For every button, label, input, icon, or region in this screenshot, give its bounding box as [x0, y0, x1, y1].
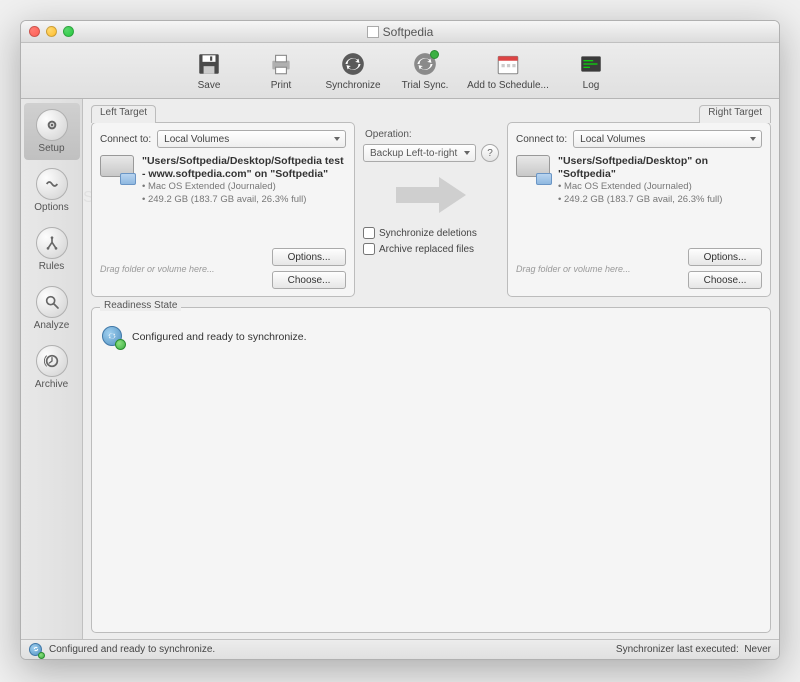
left-path-title: "Users/Softpedia/Desktop/Softpedia test …: [142, 155, 346, 181]
sidebar-item-rules[interactable]: Rules: [24, 221, 80, 278]
titlebar: Softpedia: [21, 21, 779, 43]
right-connect-label: Connect to:: [516, 134, 567, 145]
options-icon: [36, 168, 68, 200]
right-target-tab[interactable]: Right Target: [699, 105, 771, 123]
analyze-icon: [36, 286, 68, 318]
calendar-icon: [494, 50, 522, 78]
setup-label: Setup: [38, 143, 64, 154]
log-icon: [577, 50, 605, 78]
sidebar-item-analyze[interactable]: Analyze: [24, 280, 80, 337]
drive-icon: [100, 155, 136, 185]
sync-deletions-label: Synchronize deletions: [379, 228, 477, 239]
add-schedule-label: Add to Schedule...: [467, 80, 549, 91]
operation-label: Operation:: [365, 129, 412, 140]
readiness-group-label: Readiness State: [100, 300, 181, 311]
left-drag-hint: Drag folder or volume here...: [100, 264, 215, 274]
log-label: Log: [583, 80, 600, 91]
main-panel: SOFTPEDIA Left Target Connect to: Local …: [83, 99, 779, 639]
right-path-title: "Users/Softpedia/Desktop" on "Softpedia": [558, 155, 762, 181]
archive-icon: [36, 345, 68, 377]
options-label: Options: [34, 202, 68, 213]
app-window: Softpedia Save Print Synchronize: [20, 20, 780, 660]
toolbar: Save Print Synchronize Trial Sync.: [21, 43, 779, 99]
minimize-window-button[interactable]: [46, 26, 57, 37]
right-connect-dropdown[interactable]: Local Volumes: [573, 130, 762, 148]
save-button[interactable]: Save: [173, 50, 245, 91]
operation-dropdown[interactable]: Backup Left-to-right: [363, 144, 476, 162]
print-label: Print: [271, 80, 292, 91]
targets-row: Left Target Connect to: Local Volumes "U…: [91, 105, 771, 297]
readiness-panel: Readiness State Configured and ready to …: [91, 307, 771, 633]
status-right-value: Never: [744, 644, 771, 655]
left-fs: Mac OS Extended (Journaled): [148, 181, 276, 192]
archive-replaced-checkbox[interactable]: [363, 243, 375, 255]
rules-label: Rules: [39, 261, 65, 272]
readiness-message: Configured and ready to synchronize.: [132, 331, 307, 343]
right-drag-hint: Drag folder or volume here...: [516, 264, 631, 274]
sidebar-item-options[interactable]: Options: [24, 162, 80, 219]
readiness-status-icon: [102, 326, 124, 348]
document-icon: [367, 26, 379, 38]
archive-replaced-row[interactable]: Archive replaced files: [363, 243, 499, 255]
right-target-panel: Right Target Connect to: Local Volumes "…: [507, 105, 771, 297]
sidebar-item-setup[interactable]: Setup: [24, 103, 80, 160]
direction-arrow-icon: [391, 174, 471, 219]
statusbar: Configured and ready to synchronize. Syn…: [21, 639, 779, 659]
left-target-tab[interactable]: Left Target: [91, 105, 156, 123]
sidebar-item-archive[interactable]: Archive: [24, 339, 80, 396]
left-target-panel: Left Target Connect to: Local Volumes "U…: [91, 105, 355, 297]
right-options-button[interactable]: Options...: [688, 248, 762, 266]
operation-column: Operation: Backup Left-to-right ? Synchr…: [363, 105, 499, 297]
print-icon: [267, 50, 295, 78]
right-choose-button[interactable]: Choose...: [688, 271, 762, 289]
left-connect-label: Connect to:: [100, 134, 151, 145]
trial-sync-icon: [411, 50, 439, 78]
trial-sync-button[interactable]: Trial Sync.: [389, 50, 461, 91]
right-size: 249.2 GB (183.7 GB avail, 26.3% full): [564, 194, 722, 205]
print-button[interactable]: Print: [245, 50, 317, 91]
left-size: 249.2 GB (183.7 GB avail, 26.3% full): [148, 194, 306, 205]
close-window-button[interactable]: [29, 26, 40, 37]
add-schedule-button[interactable]: Add to Schedule...: [461, 50, 555, 91]
save-icon: [195, 50, 223, 78]
status-right-label: Synchronizer last executed:: [616, 644, 739, 655]
sync-deletions-checkbox[interactable]: [363, 227, 375, 239]
left-connect-dropdown[interactable]: Local Volumes: [157, 130, 346, 148]
window-title-area: Softpedia: [21, 25, 779, 39]
drive-icon: [516, 155, 552, 185]
left-drive-info: "Users/Softpedia/Desktop/Softpedia test …: [100, 155, 346, 207]
traffic-lights: [29, 26, 74, 37]
left-choose-button[interactable]: Choose...: [272, 271, 346, 289]
content-area: Setup Options Rules Analyze Archive SOFT…: [21, 99, 779, 639]
trial-sync-label: Trial Sync.: [402, 80, 449, 91]
status-ready-icon: [29, 643, 43, 657]
sidebar: Setup Options Rules Analyze Archive: [21, 99, 83, 639]
left-options-button[interactable]: Options...: [272, 248, 346, 266]
zoom-window-button[interactable]: [63, 26, 74, 37]
archive-replaced-label: Archive replaced files: [379, 244, 474, 255]
setup-icon: [36, 109, 68, 141]
log-button[interactable]: Log: [555, 50, 627, 91]
window-title: Softpedia: [383, 25, 434, 39]
synchronize-icon: [339, 50, 367, 78]
synchronize-label: Synchronize: [325, 80, 380, 91]
rules-icon: [36, 227, 68, 259]
synchronize-button[interactable]: Synchronize: [317, 50, 389, 91]
status-left-text: Configured and ready to synchronize.: [49, 644, 215, 655]
archive-label: Archive: [35, 379, 68, 390]
help-button[interactable]: ?: [481, 144, 499, 162]
right-fs: Mac OS Extended (Journaled): [564, 181, 692, 192]
right-drive-info: "Users/Softpedia/Desktop" on "Softpedia"…: [516, 155, 762, 207]
save-label: Save: [198, 80, 221, 91]
analyze-label: Analyze: [34, 320, 70, 331]
sync-deletions-row[interactable]: Synchronize deletions: [363, 227, 499, 239]
